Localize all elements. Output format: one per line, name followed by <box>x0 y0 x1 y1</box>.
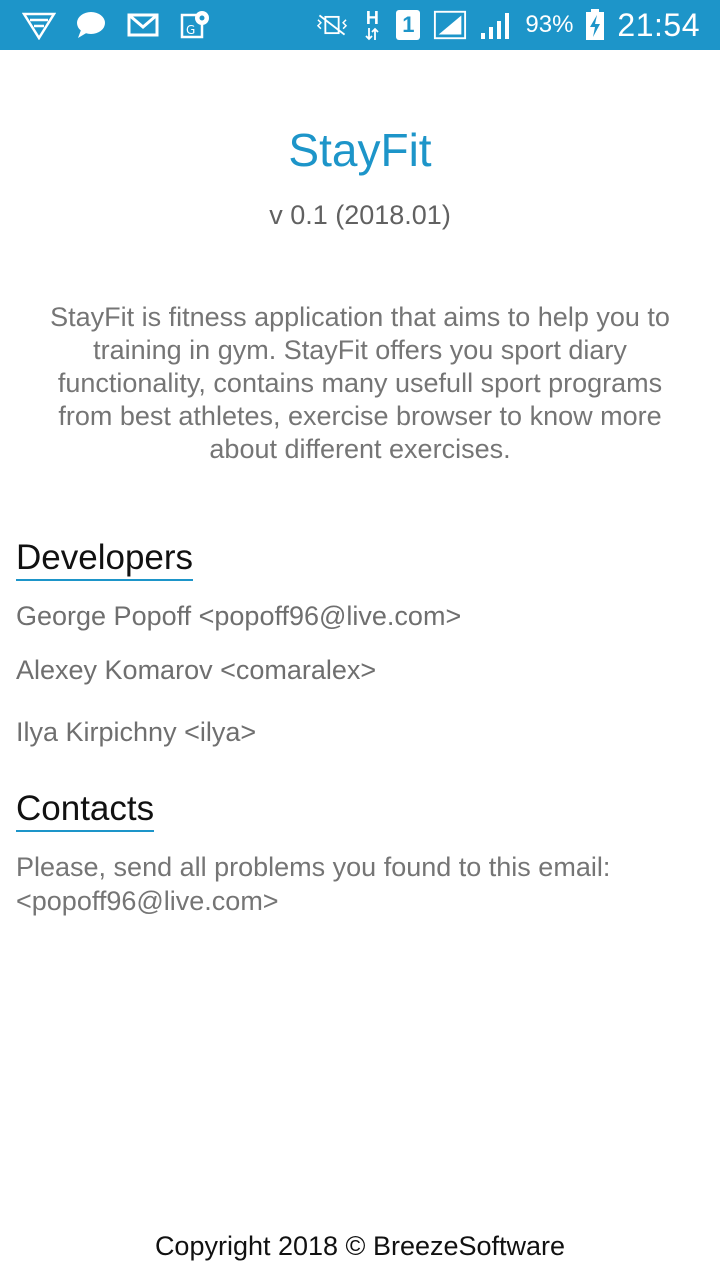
developer-item: Ilya Kirpichny <ilya> <box>16 717 257 747</box>
map-pin-icon: G <box>178 9 212 41</box>
sim-label: 1 <box>396 10 421 40</box>
vibrate-mute-icon <box>315 9 349 41</box>
developer-item: George Popoff <popoff96@live.com> <box>16 601 462 631</box>
notification-icons: G <box>22 8 212 42</box>
chat-bubble-icon <box>74 9 108 41</box>
battery-percent: 93% <box>525 11 574 38</box>
clock: 21:54 <box>617 7 700 43</box>
battery-charging-icon <box>585 9 605 41</box>
contacts-text: Please, send all problems you found to t… <box>16 852 611 916</box>
contacts-header: Contacts <box>16 788 155 832</box>
signal-bars-2-icon <box>479 9 513 41</box>
system-indicators: H 1 93% 21:54 <box>315 6 700 44</box>
sim-1-icon: 1 <box>395 9 421 41</box>
app-title: StayFit <box>288 124 432 176</box>
app-description: StayFit is fitness application that aims… <box>50 302 670 464</box>
svg-text:G: G <box>186 23 195 37</box>
copyright-text: Copyright 2018 © BreezeSoftware <box>154 1231 566 1261</box>
status-bar: G H 1 93% 21:54 <box>0 0 720 50</box>
h-network-icon: H <box>361 9 383 41</box>
app-version: v 0.1 (2018.01) <box>269 200 451 230</box>
network-label: H <box>365 8 379 28</box>
developers-header: Developers <box>16 537 194 581</box>
mail-icon <box>126 9 160 41</box>
wifi-signal-icon <box>22 9 56 41</box>
developer-item: Alexey Komarov <comaralex> <box>16 655 377 685</box>
signal-bars-icon <box>433 9 467 41</box>
